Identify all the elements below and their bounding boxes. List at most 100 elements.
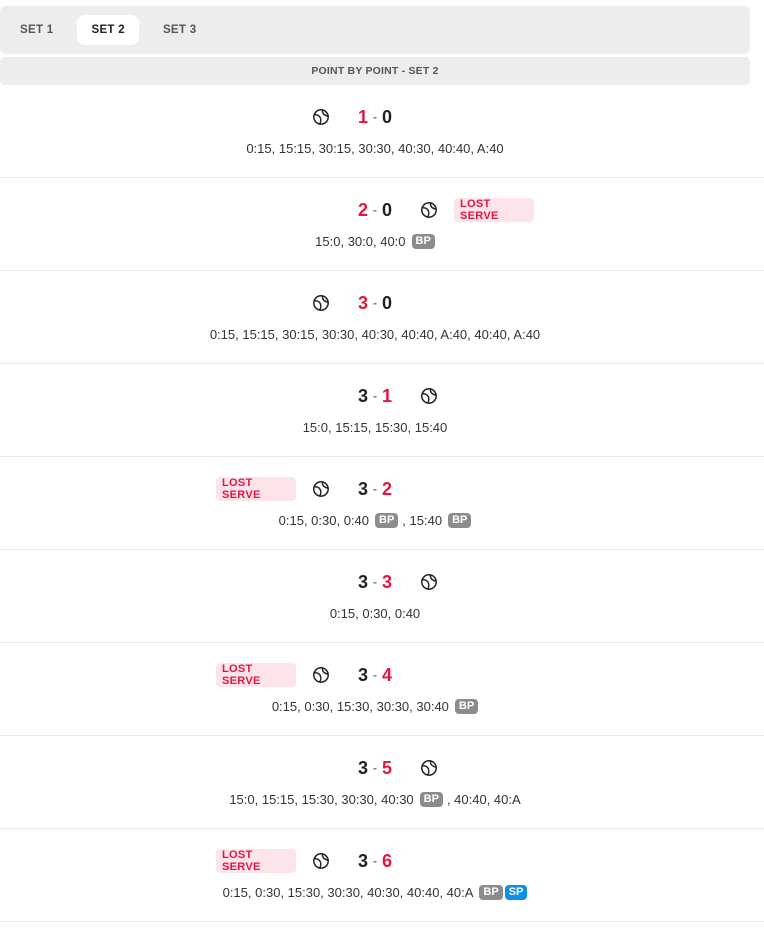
tennis-ball-icon xyxy=(312,852,330,870)
score-line: 1-0 xyxy=(0,105,750,129)
point-scores: 0:15, 15:15, 30:15, 30:30, 40:30, 40:40,… xyxy=(246,140,504,156)
tennis-ball-icon xyxy=(420,201,438,219)
score-line: LOST SERVE 3-4 xyxy=(0,663,750,687)
game-row: 3-1 15:0, 15:15, 15:30, 15:40 xyxy=(0,364,764,457)
game-row: LOST SERVE 3-2 0:15, 0:30, 0:40 BP, 15:40 BP xyxy=(0,457,764,550)
tennis-ball-icon xyxy=(420,387,438,405)
game-row: 3-0 0:15, 15:15, 30:15, 30:30, 40:30, 40:… xyxy=(0,271,764,364)
game-row: 3-5 15:0, 15:15, 15:30, 30:30, 40:30 BP, 4… xyxy=(0,736,764,829)
point-sequence: 0:15, 15:15, 30:15, 30:30, 40:30, 40:40,… xyxy=(0,325,750,343)
game-score: 3-0 xyxy=(351,291,399,315)
point-sequence: 0:15, 15:15, 30:15, 30:30, 40:30, 40:40,… xyxy=(0,139,750,157)
break-point-badge: BP xyxy=(411,233,435,249)
score-left: 3 xyxy=(357,850,368,871)
point-scores: 0:15, 0:30, 0:40 xyxy=(329,605,421,621)
point-scores: 0:15, 0:30, 0:40 xyxy=(278,512,370,528)
point-scores: 15:0, 15:15, 15:30, 15:40 xyxy=(302,419,448,435)
score-right: 6 xyxy=(382,850,393,871)
lost-serve-badge: LOST SERVE xyxy=(216,477,296,501)
score-separator: - xyxy=(373,296,377,310)
score-line: 3-0 xyxy=(0,291,750,315)
score-line: LOST SERVE 3-6 xyxy=(0,849,750,873)
score-separator: - xyxy=(373,389,377,403)
point-scores: 0:15, 0:30, 15:30, 30:30, 30:40 xyxy=(271,698,449,714)
score-line: 3-1 xyxy=(0,384,750,408)
tennis-ball-icon xyxy=(312,294,330,312)
break-point-badge: BP xyxy=(375,512,399,528)
score-left: 1 xyxy=(357,106,368,127)
games-list: 1-0 0:15, 15:15, 30:15, 30:30, 40:30, 40:… xyxy=(0,85,764,922)
score-line: 3-5 xyxy=(0,756,750,780)
game-row: LOST SERVE 3-4 0:15, 0:30, 15:30, 30:30, 3… xyxy=(0,643,764,736)
tennis-ball-icon xyxy=(312,108,330,126)
tennis-ball-icon xyxy=(312,666,330,684)
score-right: 3 xyxy=(382,571,393,592)
set-tabs: SET 1 SET 2 SET 3 xyxy=(0,6,750,54)
score-separator: - xyxy=(373,482,377,496)
score-left: 2 xyxy=(357,199,368,220)
score-right: 1 xyxy=(382,385,393,406)
game-row: 3-3 0:15, 0:30, 0:40 xyxy=(0,550,764,643)
break-point-badge: BP xyxy=(419,791,443,807)
tennis-ball-icon xyxy=(420,759,438,777)
score-separator: - xyxy=(373,575,377,589)
game-row: 1-0 0:15, 15:15, 30:15, 30:30, 40:30, 40:… xyxy=(0,85,764,178)
point-scores: , 40:40, 40:A xyxy=(446,791,521,807)
tab-set-1[interactable]: SET 1 xyxy=(6,15,67,45)
score-right: 0 xyxy=(382,199,393,220)
lost-serve-badge: LOST SERVE xyxy=(454,198,534,222)
set-point-badge: SP xyxy=(504,884,528,900)
point-scores: 15:0, 30:0, 40:0 xyxy=(315,233,406,249)
point-sequence: 0:15, 0:30, 0:40 BP, 15:40 BP xyxy=(0,511,750,529)
point-sequence: 0:15, 0:30, 15:30, 30:30, 40:30, 40:40, … xyxy=(0,883,750,901)
game-score: 1-0 xyxy=(351,105,399,129)
break-point-badge: BP xyxy=(454,698,479,714)
point-scores: 15:0, 15:15, 15:30, 30:30, 40:30 xyxy=(229,791,414,807)
tennis-ball-icon xyxy=(312,480,330,498)
score-left: 3 xyxy=(357,664,368,685)
score-separator: - xyxy=(373,203,377,217)
game-score: 3-2 xyxy=(351,477,399,501)
score-right: 2 xyxy=(382,478,393,499)
game-row: LOST SERVE 2-0 15:0, 30:0, 40:0 BP xyxy=(0,178,764,271)
tab-set-3[interactable]: SET 3 xyxy=(149,15,210,45)
point-scores: , 15:40 xyxy=(402,512,443,528)
score-left: 3 xyxy=(357,292,368,313)
score-left: 3 xyxy=(357,757,368,778)
break-point-badge: BP xyxy=(448,512,472,528)
score-separator: - xyxy=(373,668,377,682)
point-sequence: 0:15, 0:30, 15:30, 30:30, 30:40 BP xyxy=(0,697,750,715)
game-score: 3-1 xyxy=(351,384,399,408)
section-header: POINT BY POINT - SET 2 xyxy=(0,57,750,85)
lost-serve-badge: LOST SERVE xyxy=(216,663,296,687)
point-sequence: 15:0, 15:15, 15:30, 30:30, 40:30 BP, 40:4… xyxy=(0,790,750,808)
point-scores: 0:15, 0:30, 15:30, 30:30, 40:30, 40:40, … xyxy=(222,884,474,900)
point-sequence: 0:15, 0:30, 0:40 xyxy=(0,604,750,622)
score-line: 3-3 xyxy=(0,570,750,594)
score-right: 0 xyxy=(382,106,393,127)
tab-set-2[interactable]: SET 2 xyxy=(77,15,139,45)
score-separator: - xyxy=(373,761,377,775)
game-score: 3-3 xyxy=(351,570,399,594)
score-separator: - xyxy=(373,110,377,124)
score-right: 5 xyxy=(382,757,393,778)
break-point-badge: BP xyxy=(479,884,503,900)
score-separator: - xyxy=(373,854,377,868)
point-scores: 0:15, 15:15, 30:15, 30:30, 40:30, 40:40,… xyxy=(209,326,541,342)
score-line: LOST SERVE 2-0 xyxy=(0,198,750,222)
point-sequence: 15:0, 15:15, 15:30, 15:40 xyxy=(0,418,750,436)
game-score: 2-0 xyxy=(351,198,399,222)
score-left: 3 xyxy=(357,478,368,499)
lost-serve-badge: LOST SERVE xyxy=(216,849,296,873)
score-left: 3 xyxy=(357,571,368,592)
tennis-ball-icon xyxy=(420,573,438,591)
game-score: 3-6 xyxy=(351,849,399,873)
score-line: LOST SERVE 3-2 xyxy=(0,477,750,501)
game-score: 3-5 xyxy=(351,756,399,780)
score-left: 3 xyxy=(357,385,368,406)
score-right: 0 xyxy=(382,292,393,313)
game-row: LOST SERVE 3-6 0:15, 0:30, 15:30, 30:30, 4… xyxy=(0,829,764,922)
game-score: 3-4 xyxy=(351,663,399,687)
point-sequence: 15:0, 30:0, 40:0 BP xyxy=(0,232,750,250)
score-right: 4 xyxy=(382,664,393,685)
